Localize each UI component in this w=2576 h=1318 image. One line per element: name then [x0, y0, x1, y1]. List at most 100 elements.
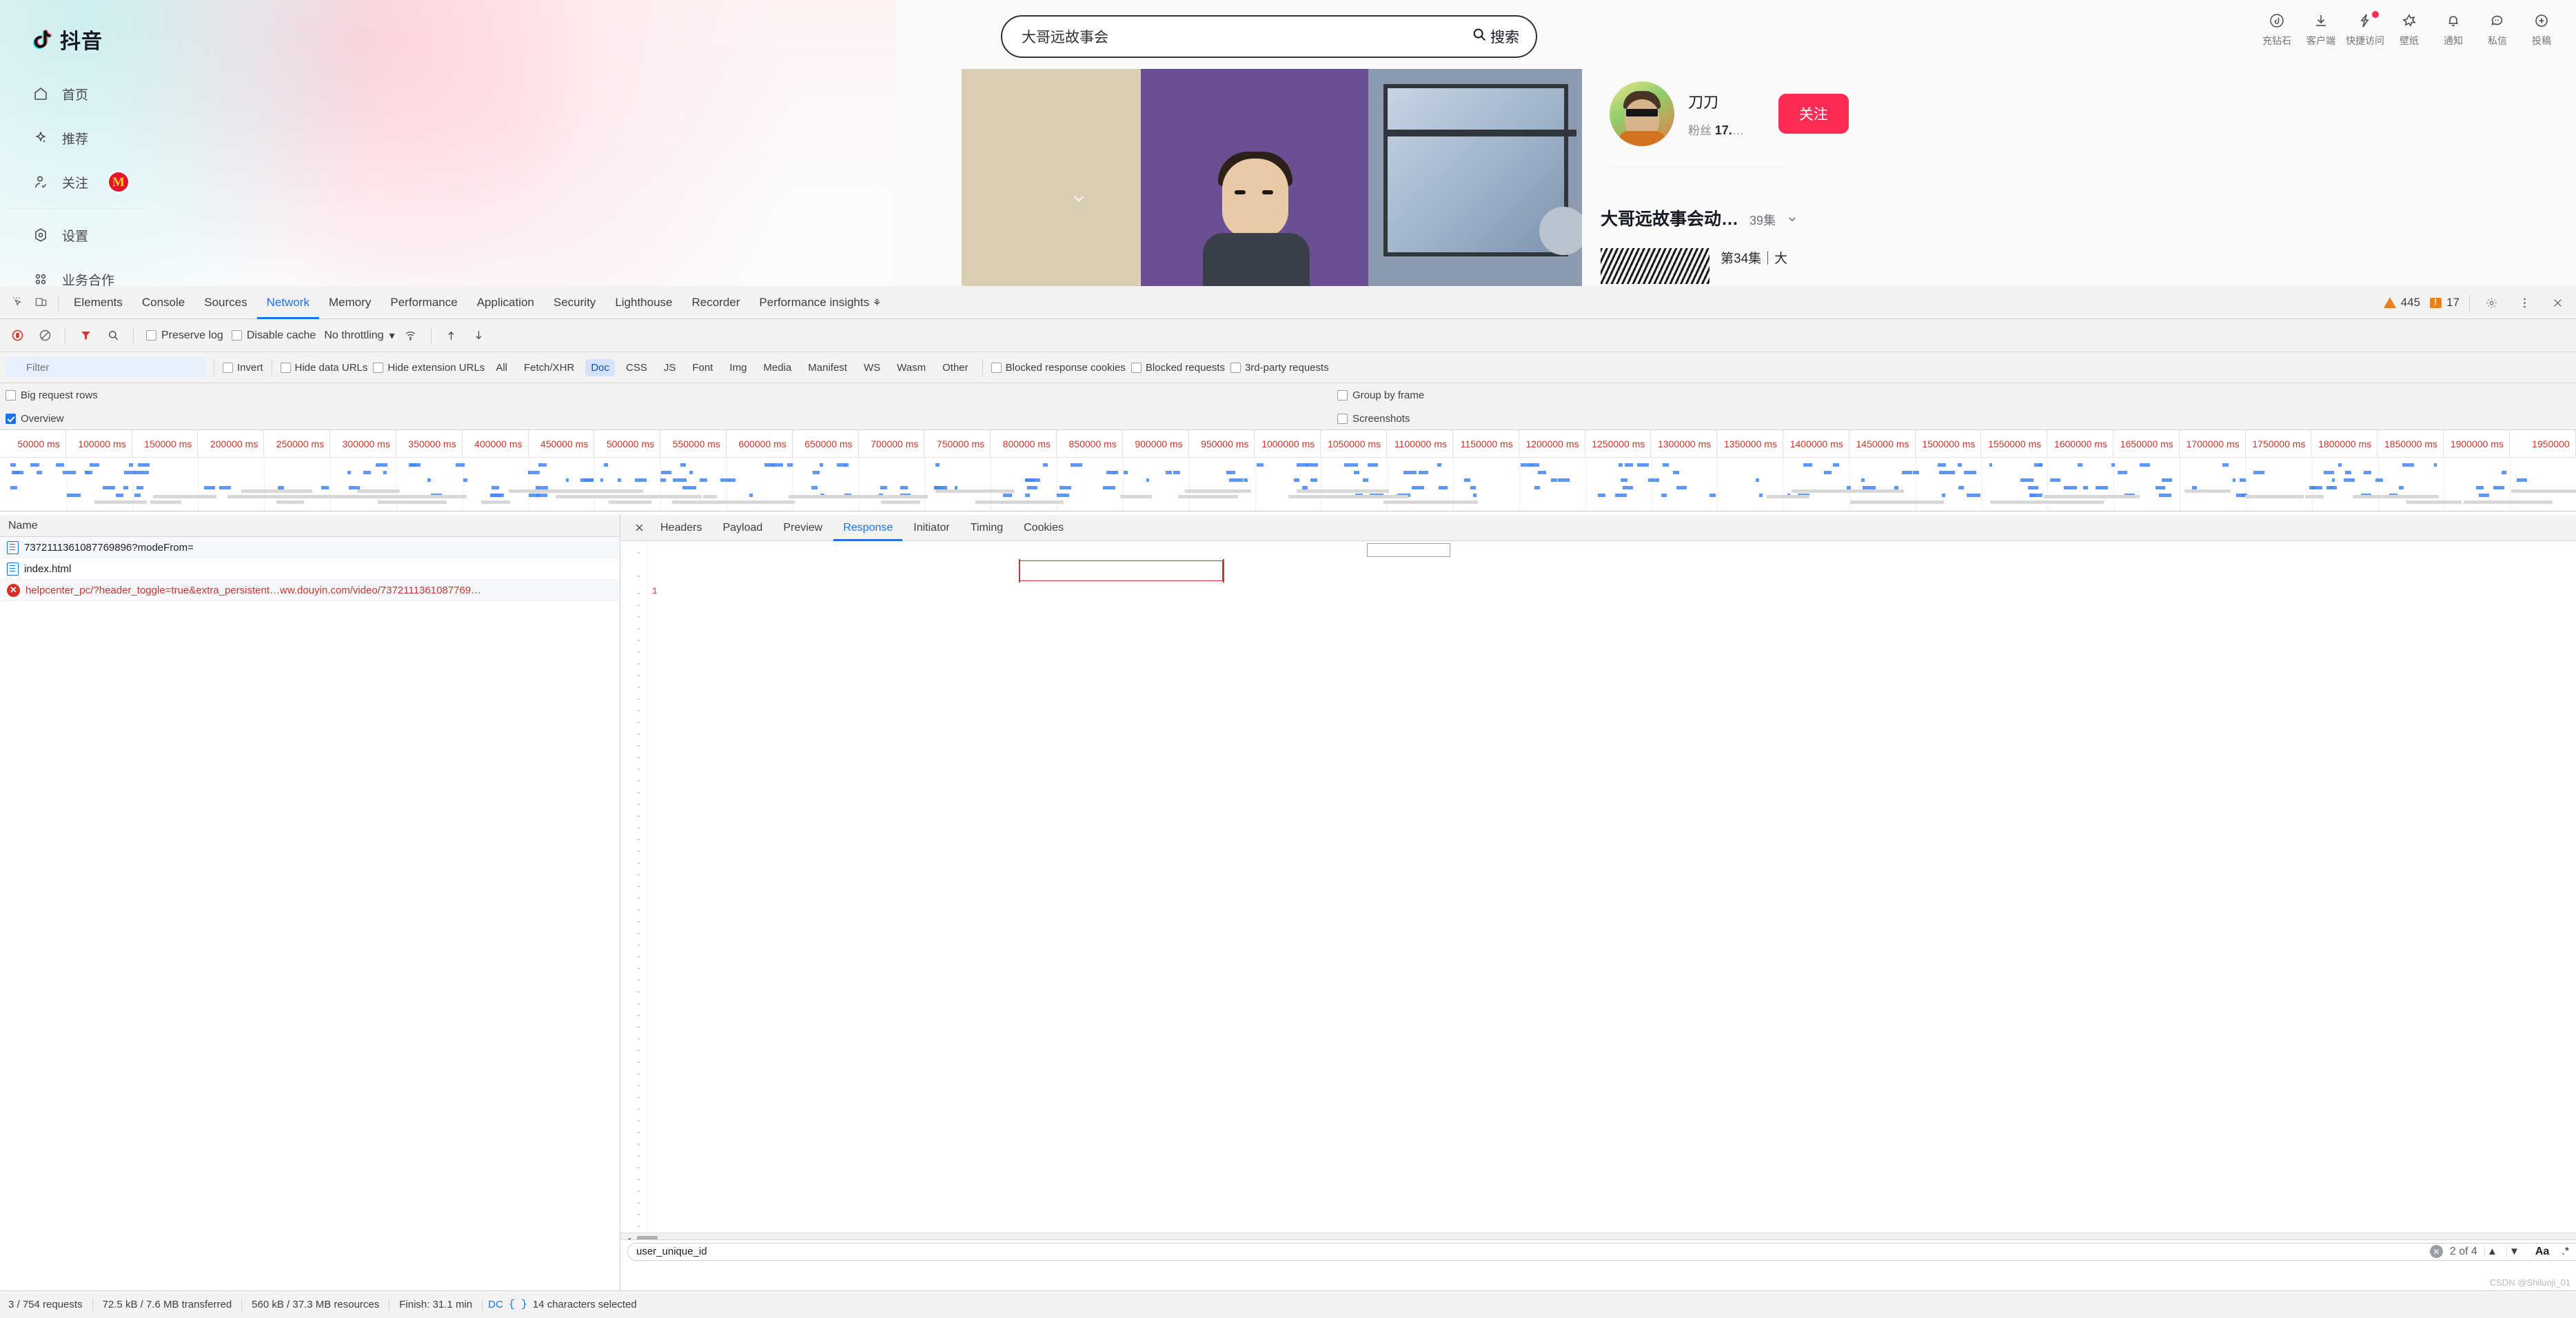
tool-icon-wallpaper[interactable]: 壁纸 — [2387, 10, 2431, 48]
chevron-down-icon[interactable] — [1787, 214, 1798, 228]
table-row[interactable]: index.html — [0, 558, 620, 580]
regex-button[interactable]: .* — [2562, 1246, 2569, 1258]
import-arrow-icon[interactable] — [440, 324, 463, 347]
follow-button[interactable]: 关注 — [1778, 94, 1849, 134]
chevron-down-icon[interactable]: ▼ — [2506, 1246, 2522, 1257]
brand[interactable]: 抖音 — [0, 12, 331, 57]
match-case-button[interactable]: Aa — [2535, 1246, 2549, 1258]
clear-x-icon[interactable]: ✕ — [2429, 1245, 2443, 1258]
type-filter-fetch-xhr[interactable]: Fetch/XHR — [518, 359, 580, 376]
type-filter-font[interactable]: Font — [687, 359, 718, 376]
avatar[interactable] — [1610, 81, 1674, 146]
hide-extension-urls-checkbox[interactable]: Hide extension URLs — [373, 362, 485, 374]
response-code-area[interactable]: - - - - - - - - - - - - - - - - - - - - - - - - - - - - - - - - - - - - - - - -… — [620, 541, 2576, 1230]
type-filter-img[interactable]: Img — [724, 359, 752, 376]
tool-icon-recharge[interactable]: 充钻石 — [2255, 10, 2299, 48]
type-filter-ws[interactable]: WS — [858, 359, 886, 376]
type-filter-css[interactable]: CSS — [620, 359, 653, 376]
network-overview-graph[interactable] — [0, 458, 2576, 511]
tab-elements[interactable]: Elements — [64, 286, 132, 319]
episode-item[interactable]: 第34集｜大 — [1601, 248, 1787, 284]
type-filter-wasm[interactable]: Wasm — [891, 359, 931, 376]
wifi-icon[interactable] — [399, 324, 423, 347]
third-party-requests-checkbox[interactable]: 3rd-party requests — [1230, 362, 1329, 374]
invert-checkbox[interactable]: Invert — [223, 362, 263, 374]
device-toolbar-icon[interactable] — [29, 291, 52, 314]
search-box[interactable]: 搜索 — [1001, 15, 1537, 58]
blocked-response-cookies-checkbox[interactable]: Blocked response cookies — [991, 362, 1126, 374]
type-filter-all[interactable]: All — [490, 359, 513, 376]
export-arrow-icon[interactable] — [467, 324, 491, 347]
video-collapse-chevron-icon[interactable] — [1065, 185, 1093, 212]
big-request-rows-checkbox[interactable]: Big request rows — [6, 389, 98, 401]
sidebar-item-business[interactable]: 业务合作 — [0, 257, 331, 286]
tool-icon-notification[interactable]: 通知 — [2431, 10, 2475, 48]
close-devtools-icon[interactable] — [2546, 291, 2569, 314]
inspect-element-icon[interactable] — [6, 291, 29, 314]
disable-cache-checkbox[interactable]: Disable cache — [231, 330, 316, 342]
clear-circle-icon[interactable] — [33, 324, 57, 347]
request-list-header[interactable]: Name — [0, 515, 620, 537]
overview-idle-bar — [152, 495, 216, 498]
sidebar-item-following[interactable]: 关注 M — [0, 160, 331, 204]
timeline-ruler[interactable]: 50000 ms 100000 ms 150000 ms 200000 ms 25000… — [0, 430, 2576, 458]
table-row[interactable]: 7372111361087769896?modeFrom= — [0, 537, 620, 558]
tool-icon-messages[interactable]: 私信 — [2475, 10, 2519, 48]
tab-application[interactable]: Application — [467, 286, 544, 319]
gear-icon[interactable] — [2479, 291, 2503, 314]
screenshots-checkbox[interactable]: Screenshots — [1337, 413, 1410, 425]
tab-headers[interactable]: Headers — [651, 515, 711, 541]
preserve-log-checkbox[interactable]: Preserve log — [146, 330, 223, 342]
tool-icon-quickaccess[interactable]: 快捷访问 — [2343, 10, 2387, 48]
tab-sources[interactable]: Sources — [194, 286, 256, 319]
tab-security[interactable]: Security — [544, 286, 605, 319]
tab-recorder[interactable]: Recorder — [682, 286, 750, 319]
hide-data-urls-checkbox[interactable]: Hide data URLs — [280, 362, 367, 374]
tool-icon-upload[interactable]: 投稿 — [2519, 10, 2564, 48]
tab-timing[interactable]: Timing — [961, 515, 1013, 541]
group-by-frame-checkbox[interactable]: Group by frame — [1337, 389, 1424, 401]
type-filter-other[interactable]: Other — [937, 359, 974, 376]
tool-icon-client[interactable]: 客户端 — [2299, 10, 2343, 48]
type-filter-js[interactable]: JS — [658, 359, 682, 376]
overview-checkbox[interactable]: Overview — [6, 413, 64, 425]
series-header[interactable]: 大哥远故事会动… 39集 — [1601, 205, 1798, 230]
table-row[interactable]: ✕ helpcenter_pc/?header_toggle=true&extr… — [0, 580, 620, 601]
pretty-print-icon[interactable]: { } — [509, 1299, 533, 1310]
type-filter-media[interactable]: Media — [758, 359, 797, 376]
sidebar-item-recommend[interactable]: 推荐 — [0, 116, 331, 160]
filter-input[interactable] — [6, 357, 205, 378]
search-icon[interactable] — [101, 324, 125, 347]
tab-memory[interactable]: Memory — [319, 286, 381, 319]
throttling-select[interactable]: No throttling ▾ — [324, 329, 394, 343]
close-icon[interactable] — [629, 518, 649, 538]
tab-network[interactable]: Network — [257, 286, 319, 319]
tab-performance[interactable]: Performance — [381, 286, 467, 319]
more-options-icon[interactable] — [2513, 291, 2536, 314]
tab-lighthouse[interactable]: Lighthouse — [605, 286, 682, 319]
find-input[interactable] — [627, 1242, 2576, 1261]
tab-response[interactable]: Response — [833, 515, 902, 541]
tab-performance-insights[interactable]: Performance insights ⚘ — [749, 286, 891, 319]
chevron-up-icon[interactable]: ▲ — [2484, 1246, 2499, 1257]
blocked-requests-checkbox[interactable]: Blocked requests — [1130, 362, 1225, 374]
issue-counter[interactable]: 17 — [2430, 296, 2460, 310]
record-stop-icon[interactable] — [6, 324, 29, 347]
tab-payload[interactable]: Payload — [713, 515, 772, 541]
response-code[interactable]: _type%22%3A12%2C%22user_is_auth%22%3A1%2… — [647, 541, 2576, 1230]
type-filter-manifest[interactable]: Manifest — [802, 359, 853, 376]
tab-console[interactable]: Console — [132, 286, 194, 319]
tab-preview[interactable]: Preview — [773, 515, 832, 541]
search-input[interactable] — [1022, 28, 1472, 45]
warning-counter[interactable]: 445 — [2383, 296, 2420, 310]
video-player[interactable] — [962, 69, 1582, 286]
filter-funnel-icon[interactable] — [74, 324, 97, 347]
search-button[interactable]: 搜索 — [1472, 26, 1519, 47]
overview-gridline — [330, 458, 332, 511]
mcdonalds-badge-icon[interactable]: M — [109, 172, 129, 192]
sidebar-item-home[interactable]: 首页 — [0, 72, 331, 116]
tab-initiator[interactable]: Initiator — [904, 515, 959, 541]
tab-cookies[interactable]: Cookies — [1014, 515, 1073, 541]
sidebar-item-settings[interactable]: 设置 — [0, 213, 331, 257]
type-filter-doc[interactable]: Doc — [585, 358, 616, 376]
